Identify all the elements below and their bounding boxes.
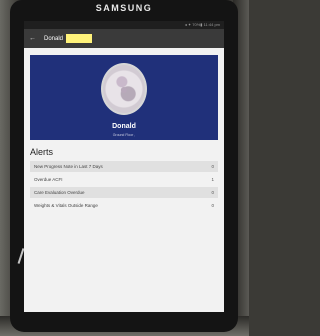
status-bar: ◂ ✦ 70%▮ 11:44 pm	[24, 21, 224, 29]
app-bar-title: Donald	[44, 35, 64, 42]
alert-count: 0	[211, 190, 214, 195]
avatar[interactable]: ●	[101, 63, 147, 115]
resident-location: Ground Floor ,	[112, 133, 136, 137]
arrow-left-icon[interactable]: ←	[29, 35, 39, 42]
alert-row-overdue-acfi[interactable]: Overdue ACFI 1	[30, 174, 218, 185]
alert-label: Care Evaluation Overdue	[34, 190, 85, 195]
redacted-surname-highlight	[66, 34, 93, 43]
tablet-device: SAMSUNG ◂ ✦ 70%▮ 11:44 pm ← Donald ● Don…	[10, 0, 238, 332]
status-bar-text: ◂ ✦ 70%▮ 11:44 pm	[184, 22, 220, 27]
alert-count: 0	[211, 203, 214, 208]
resident-name: Donald	[112, 123, 136, 130]
resident-profile-card: ● Donald Ground Floor ,	[30, 55, 218, 140]
alerts-heading: Alerts	[30, 147, 54, 157]
device-brand: SAMSUNG	[95, 3, 153, 13]
alert-row-new-progress-note[interactable]: New Progress Note in Last 7 Days 0	[30, 161, 218, 172]
alert-row-weights-vitals[interactable]: Weights & Vitals Outside Range 0	[30, 200, 218, 211]
alert-count: 1	[211, 177, 214, 182]
person-icon: ●	[119, 81, 129, 97]
alert-label: New Progress Note in Last 7 Days	[34, 164, 103, 169]
alert-label: Overdue ACFI	[34, 177, 63, 182]
app-screen: ◂ ✦ 70%▮ 11:44 pm ← Donald ● Donald Grou…	[24, 21, 224, 312]
alert-row-care-evaluation-overdue[interactable]: Care Evaluation Overdue 0	[30, 187, 218, 198]
alert-count: 0	[211, 164, 214, 169]
alert-label: Weights & Vitals Outside Range	[34, 203, 98, 208]
app-bar: ← Donald	[24, 29, 224, 48]
